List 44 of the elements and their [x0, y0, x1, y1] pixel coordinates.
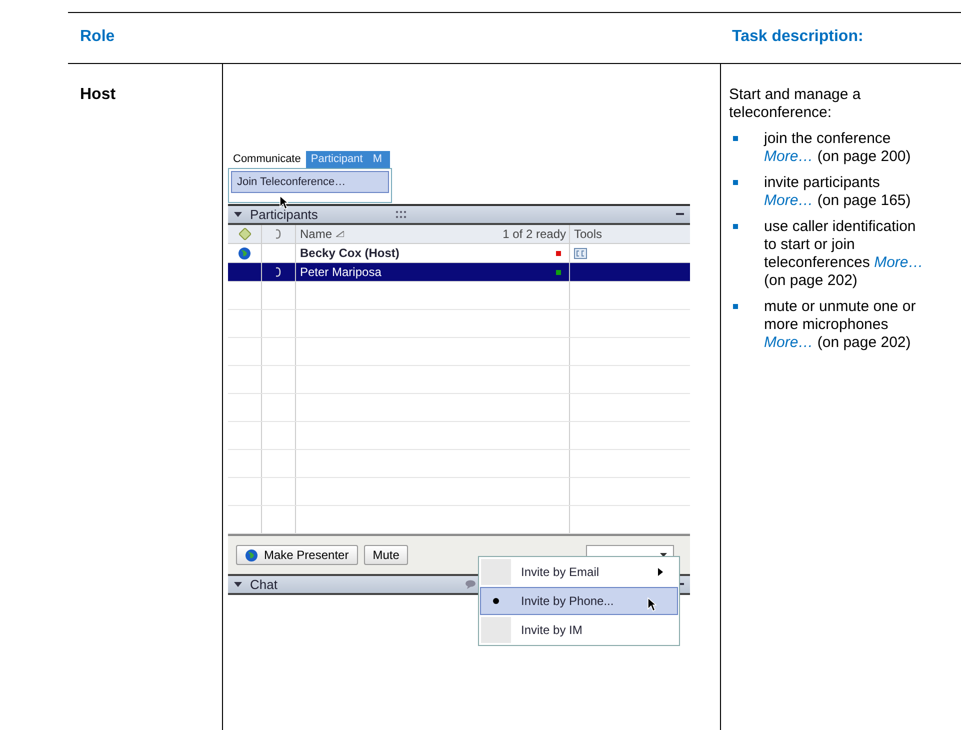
- submenu-arrow-icon: [658, 568, 663, 576]
- task-item: use caller identification to start or join teleconferences More… (on page 202): [764, 218, 924, 290]
- caret-icon[interactable]: [234, 212, 242, 218]
- participant-row[interactable]: Peter Mariposa: [228, 263, 690, 282]
- bullet-icon: [733, 224, 738, 229]
- globe-icon: [238, 246, 251, 260]
- bullet-icon: [733, 304, 738, 309]
- diamond-icon: [238, 228, 250, 240]
- task-item: mute or unmute one or more microphones More… (on page 202): [764, 298, 917, 352]
- menu-item[interactable]: Invite by IM: [480, 616, 678, 644]
- task-intro: Start and manage a teleconference:: [729, 86, 862, 122]
- menu-item[interactable]: Join Teleconference…: [231, 171, 389, 193]
- task-item: invite participants More… (on page 165): [764, 174, 912, 210]
- ready-count: 1 of 2 ready: [502, 227, 567, 241]
- panel-title: Participants: [250, 207, 318, 222]
- pointer-icon: [647, 597, 657, 612]
- menu-item[interactable]: Invite by Email: [480, 558, 678, 586]
- caret-icon[interactable]: [234, 582, 242, 588]
- column-header[interactable]: Name: [300, 227, 332, 241]
- menu-item[interactable]: Invite by Phone...: [480, 587, 678, 615]
- bullet-icon: [493, 598, 499, 604]
- panel-title: Chat: [250, 577, 278, 592]
- bullet-icon: [733, 136, 738, 141]
- caption-icon[interactable]: [574, 248, 587, 258]
- sort-icon: [336, 231, 344, 237]
- more-link[interactable]: More…: [874, 254, 924, 271]
- grip-icon: [396, 210, 406, 218]
- more-link[interactable]: More…: [764, 148, 814, 165]
- toolbar-button[interactable]: Mute: [364, 545, 408, 565]
- globe-icon: [245, 548, 258, 562]
- participant-name: Becky Cox (Host): [300, 246, 400, 260]
- more-link[interactable]: More…: [764, 334, 814, 351]
- column-header: Task description:: [732, 28, 864, 45]
- menu-bar-item[interactable]: Communicate: [228, 151, 306, 168]
- task-item: join the conference More… (on page 200): [764, 130, 912, 166]
- more-link[interactable]: More…: [764, 192, 814, 209]
- minimize-icon[interactable]: [676, 213, 684, 216]
- toolbar-button[interactable]: Make Presenter: [236, 545, 358, 565]
- bullet-icon: [733, 180, 738, 185]
- column-header: Role: [80, 28, 115, 45]
- role-name: Host: [80, 86, 116, 103]
- speech-bubble-icon: [465, 580, 476, 589]
- column-header[interactable]: Tools: [574, 227, 602, 241]
- participant-name: Peter Mariposa: [300, 265, 382, 279]
